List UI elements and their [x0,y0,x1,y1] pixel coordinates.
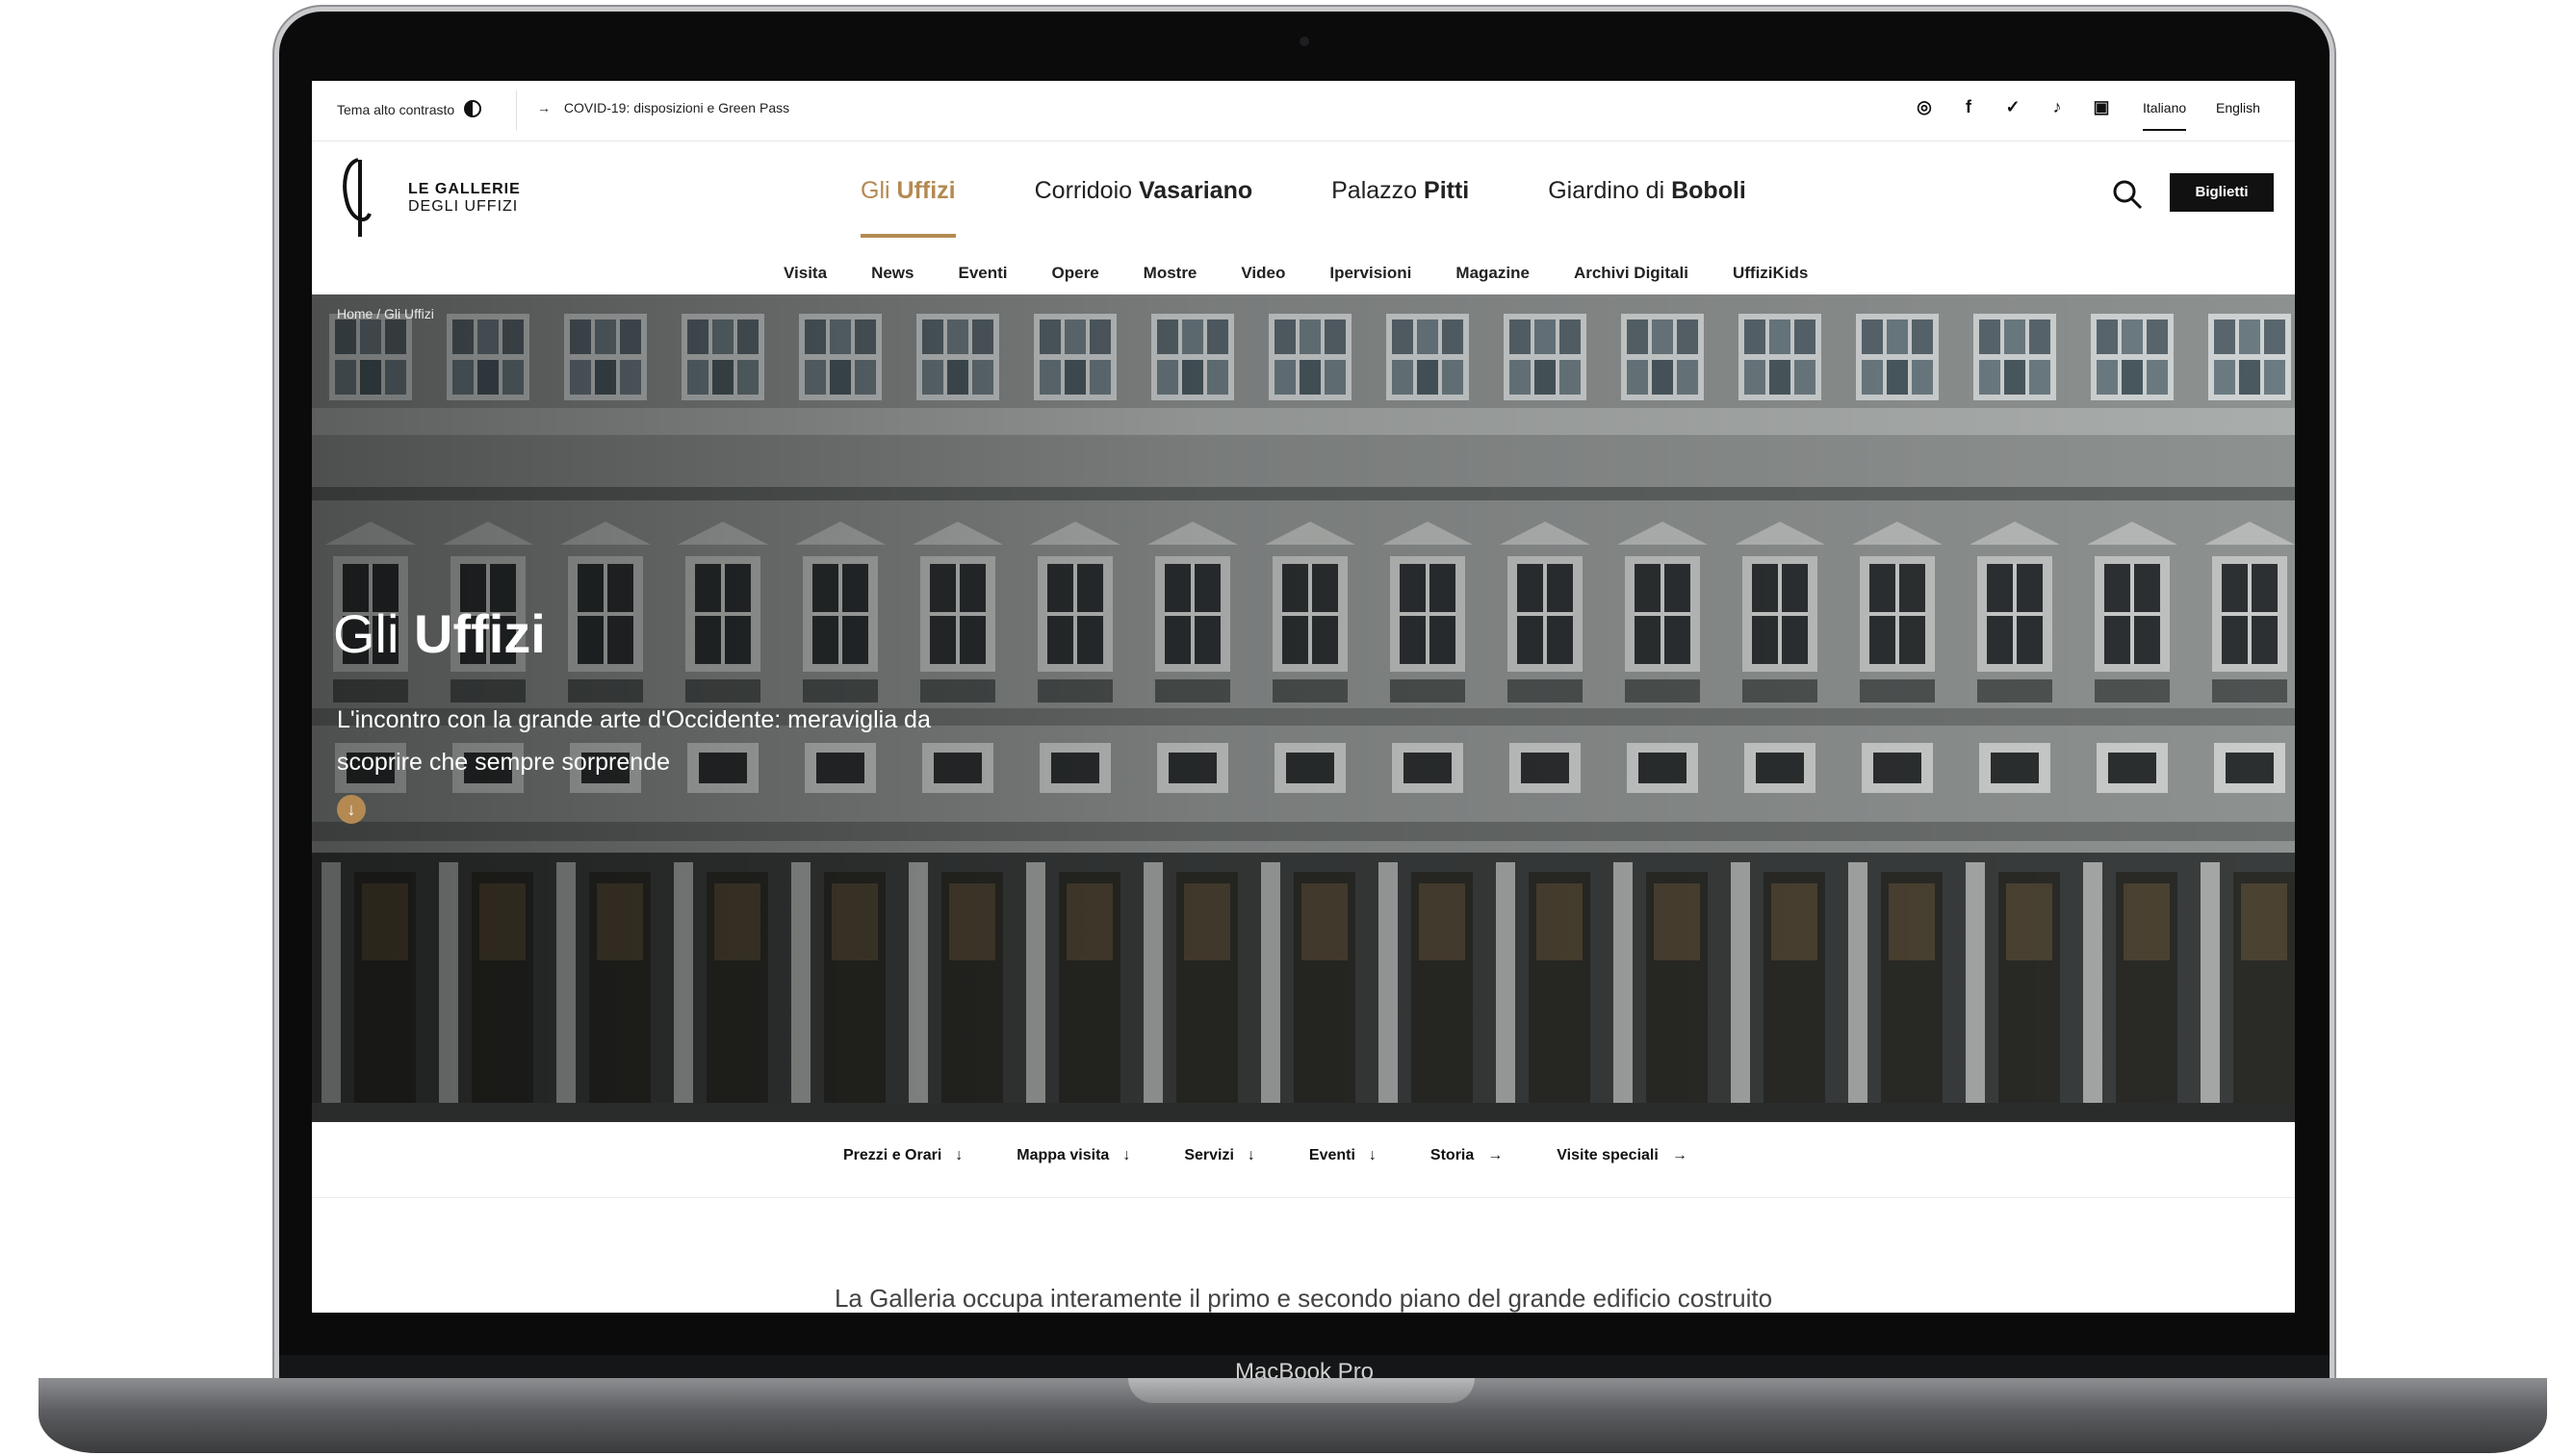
twitter-icon[interactable]: ✓ [2002,96,2023,117]
page-title: Gli Uffizi [333,602,546,665]
nav-item-boboli[interactable]: Giardino di Boboli [1548,177,1746,238]
contrast-icon [464,100,482,117]
nav-prefix: Palazzo [1331,177,1425,204]
subnav-item-mostre[interactable]: Mostre [1144,264,1197,283]
arrow-right-icon: → [1487,1147,1504,1163]
facebook-icon[interactable]: f [1958,96,1979,117]
quick-link-servizi[interactable]: Servizi ↓ [1184,1147,1255,1164]
sub-nav: Visita News Eventi Opere Mostre Video Ip… [784,264,1808,283]
tickets-button[interactable]: Biglietti [2170,173,2274,212]
arrow-down-icon: ↓ [1122,1147,1131,1163]
quick-link-label: Storia [1429,1147,1475,1163]
quick-link-visite-speciali[interactable]: Visite speciali → [1557,1147,1687,1164]
nav-item-pitti[interactable]: Palazzo Pitti [1331,177,1469,238]
main-nav: Gli Uffizi Corridoio Vasariano Palazzo P… [861,177,1746,238]
nav-prefix: Giardino di [1548,177,1672,204]
subnav-item-ipervisioni[interactable]: Ipervisioni [1329,264,1411,283]
hero-banner: Home / Gli Uffizi Gli Uffizi L'incontro … [312,294,2295,1122]
quick-link-mappa[interactable]: Mappa visita ↓ [1017,1147,1130,1164]
site-header: LE GALLERIE DEGLI UFFIZI Gli Uffizi Corr… [312,140,2295,295]
quick-links: Prezzi e Orari ↓ Mappa visita ↓ Servizi ↓ E… [843,1147,1687,1164]
contrast-toggle[interactable]: Tema alto contrasto [337,100,482,117]
camera-icon [1300,37,1309,46]
quick-link-eventi[interactable]: Eventi ↓ [1309,1147,1377,1164]
nav-bold: Vasariano [1138,177,1253,204]
subnav-item-archivi[interactable]: Archivi Digitali [1574,264,1688,283]
quick-links-bar: Prezzi e Orari ↓ Mappa visita ↓ Servizi ↓ E… [312,1122,2295,1198]
hero-subtitle: L'incontro con la grande arte d'Occident… [337,706,931,776]
subnav-item-eventi[interactable]: Eventi [958,264,1007,283]
browser-screen: Tema alto contrasto → COVID-19: disposiz… [312,81,2295,1313]
subnav-item-magazine[interactable]: Magazine [1455,264,1530,283]
breadcrumb[interactable]: Home / Gli Uffizi [337,306,434,321]
nav-item-uffizi[interactable]: Gli Uffizi [861,177,956,238]
logo-line-1: LE GALLERIE [408,181,521,197]
arrow-down-icon: ↓ [1247,1147,1255,1163]
quick-link-storia[interactable]: Storia → [1430,1147,1503,1164]
logo-text[interactable]: LE GALLERIE DEGLI UFFIZI [408,181,521,216]
subnav-item-uffizikids[interactable]: UffiziKids [1733,264,1808,283]
covid-notice-link[interactable]: → COVID-19: disposizioni e Green Pass [537,100,789,115]
instagram-icon[interactable]: ◎ [1914,96,1935,117]
contrast-label: Tema alto contrasto [337,102,455,117]
subnav-item-opere[interactable]: Opere [1052,264,1099,283]
laptop-notch [1128,1378,1475,1403]
nav-bold: Pitti [1424,177,1470,204]
nav-bold: Boboli [1671,177,1746,204]
nav-item-vasariano[interactable]: Corridoio Vasariano [1035,177,1253,238]
logo-line-2: DEGLI UFFIZI [408,198,519,215]
tiktok-icon[interactable]: ♪ [2047,96,2068,117]
subnav-item-visita[interactable]: Visita [784,264,827,283]
quick-link-label: Servizi [1184,1147,1234,1163]
youtube-icon[interactable]: ▣ [2091,96,2112,117]
title-bold: Uffizi [414,603,546,664]
arrow-right-icon: → [1671,1147,1687,1163]
title-prefix: Gli [333,603,414,664]
arrow-down-icon: ↓ [955,1147,964,1163]
quick-link-label: Visite speciali [1557,1147,1659,1163]
scroll-down-icon[interactable]: ↓ [337,795,366,824]
language-english[interactable]: English [2216,100,2260,115]
arrow-down-icon: ↓ [1368,1147,1377,1163]
nav-prefix: Corridoio [1034,177,1139,204]
search-icon[interactable] [2110,177,2145,212]
quick-link-label: Prezzi e Orari [843,1147,942,1163]
quick-link-prezzi[interactable]: Prezzi e Orari ↓ [843,1147,963,1164]
language-italiano[interactable]: Italiano [2143,100,2187,131]
quick-link-label: Mappa visita [1017,1147,1110,1163]
uffizi-logo-icon[interactable] [337,156,375,237]
quick-link-label: Eventi [1308,1147,1355,1163]
covid-notice-text: COVID-19: disposizioni e Green Pass [563,100,790,115]
nav-prefix: Gli [861,177,897,204]
divider [516,90,517,131]
utility-bar: Tema alto contrasto → COVID-19: disposiz… [312,81,2295,141]
intro-paragraph: La Galleria occupa interamente il primo … [834,1284,1773,1313]
arrow-right-icon: → [537,100,551,115]
social-links: ◎ f ✓ ♪ ▣ [1914,96,2112,117]
subnav-item-video[interactable]: Video [1241,264,1285,283]
subnav-item-news[interactable]: News [871,264,914,283]
nav-bold: Uffizi [896,177,956,204]
